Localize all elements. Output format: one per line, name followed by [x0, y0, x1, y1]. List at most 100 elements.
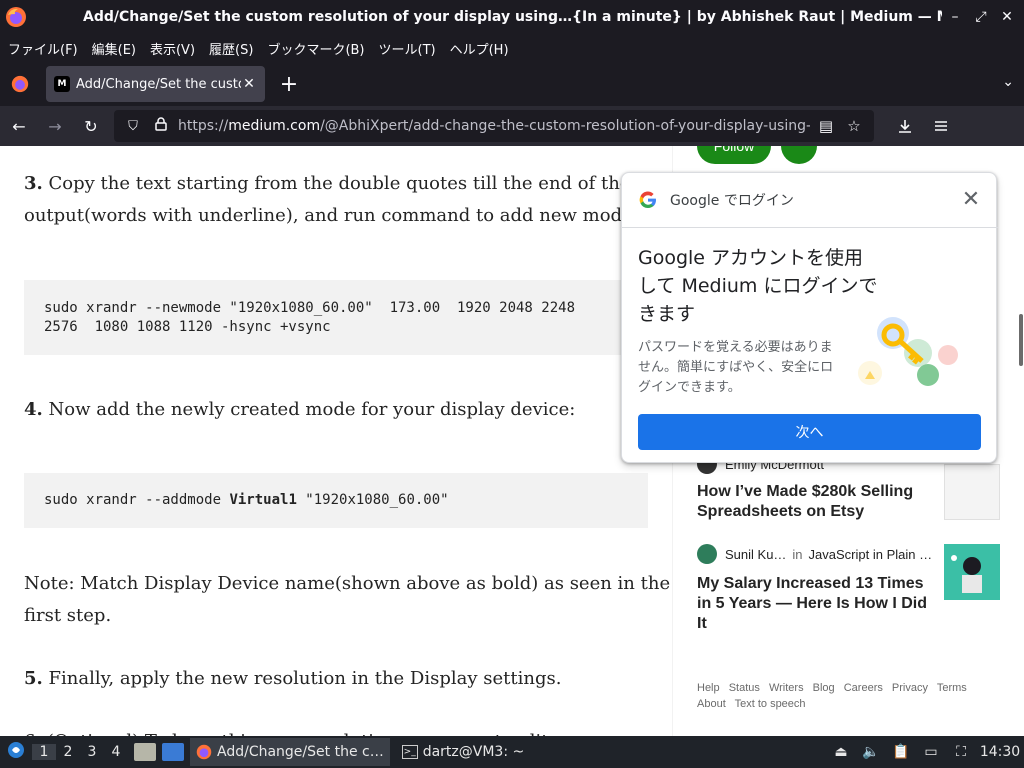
- display-icon[interactable]: ▭: [916, 744, 946, 760]
- menu-view[interactable]: 表示(V): [150, 39, 195, 58]
- menu-tools[interactable]: ツール(T): [379, 39, 436, 58]
- footer-link-terms[interactable]: Terms: [937, 682, 967, 694]
- task-terminal-label: dartz@VM3: ~: [422, 744, 525, 760]
- rec1-thumbnail[interactable]: [944, 464, 1000, 520]
- firefox-view-button[interactable]: [0, 62, 40, 106]
- list-all-tabs-button[interactable]: ⌄: [1002, 74, 1014, 90]
- minimize-button[interactable]: –: [942, 4, 968, 30]
- menu-bookmarks[interactable]: ブックマーク(B): [267, 39, 364, 58]
- system-tray: ⏏ 🔈 📋 ▭ ⛶ 14:30: [826, 736, 1024, 768]
- avatar: [697, 544, 717, 564]
- maximize-button[interactable]: ⤢: [968, 4, 994, 30]
- window-titlebar: Add/Change/Set the custom resolution of …: [0, 0, 1024, 34]
- step4-paragraph: 4. Now add the newly created mode for yo…: [24, 399, 576, 420]
- firefox-view-icon: [11, 75, 29, 93]
- step3-paragraph: 3. Copy the text starting from the doubl…: [24, 173, 666, 194]
- footer-link-help[interactable]: Help: [697, 682, 720, 694]
- downloads-button[interactable]: [888, 109, 922, 143]
- url-text[interactable]: https://medium.com/@AbhiXpert/add-change…: [178, 118, 810, 134]
- reader-view-icon[interactable]: ▤: [814, 117, 838, 135]
- forward-button[interactable]: →: [38, 109, 72, 143]
- new-tab-button[interactable]: +: [275, 70, 303, 98]
- footer-link-writers[interactable]: Writers: [769, 682, 804, 694]
- url-bar[interactable]: ⛉ https://medium.com/@AbhiXpert/add-chan…: [114, 110, 874, 142]
- menu-help[interactable]: ヘルプ(H): [450, 39, 509, 58]
- workspace-4[interactable]: 4: [104, 744, 128, 760]
- window-title: Add/Change/Set the custom resolution of …: [83, 9, 942, 25]
- clock: 14:30: [979, 744, 1021, 760]
- code-block-newmode: sudo xrandr --newmode "1920x1080_60.00" …: [24, 280, 648, 355]
- menu-bar: ファイル(F) 編集(E) 表示(V) 履歴(S) ブックマーク(B) ツール(…: [0, 34, 1024, 62]
- popup-close-icon[interactable]: ✕: [960, 189, 982, 211]
- lock-icon[interactable]: [150, 117, 172, 135]
- footer-link-blog[interactable]: Blog: [813, 682, 835, 694]
- start-menu-icon: [8, 742, 24, 758]
- clipboard-icon[interactable]: 📋: [886, 744, 916, 760]
- code-line: sudo xrandr --newmode "1920x1080_60.00" …: [44, 299, 576, 316]
- workspace-2[interactable]: 2: [56, 744, 80, 760]
- footer-link-privacy[interactable]: Privacy: [892, 682, 928, 694]
- tab-active[interactable]: M Add/Change/Set the custom ✕: [46, 66, 265, 102]
- back-button[interactable]: ←: [2, 109, 36, 143]
- menu-edit[interactable]: 編集(E): [92, 39, 136, 58]
- show-desktop-icon[interactable]: [162, 743, 184, 761]
- upload-icon[interactable]: ⏏: [826, 744, 856, 760]
- salary-illustration-icon: [951, 555, 982, 593]
- tab-strip: M Add/Change/Set the custom ✕ + ⌄: [0, 62, 1024, 106]
- medium-favicon-icon: M: [54, 76, 70, 92]
- popup-next-button[interactable]: 次へ: [638, 414, 981, 450]
- reload-button[interactable]: ↻: [74, 109, 108, 143]
- google-signin-popup: Google でログイン ✕ Google アカウントを使用して Medium …: [621, 172, 998, 463]
- footer-link-status[interactable]: Status: [729, 682, 760, 694]
- scrollbar-thumb[interactable]: [1019, 314, 1023, 366]
- subscribe-button[interactable]: [781, 146, 817, 164]
- menu-file[interactable]: ファイル(F): [8, 39, 78, 58]
- workspace-3[interactable]: 3: [80, 744, 104, 760]
- key-illustration-icon: [858, 317, 958, 386]
- google-g-icon: [639, 191, 656, 209]
- workspace-1[interactable]: 1: [32, 744, 56, 760]
- code-block-addmode: sudo xrandr --addmode Virtual1 "1920x108…: [24, 473, 648, 528]
- popup-body-text: パスワードを覚える必要はありません。簡単にすばやく、安全にログインできます。: [638, 340, 834, 395]
- step3-paragraph-line2: output(words with underline), and run co…: [24, 205, 639, 226]
- task-firefox-label: Add/Change/Set the c…: [217, 744, 384, 760]
- start-menu-button[interactable]: [0, 741, 32, 763]
- follow-button[interactable]: Follow: [697, 146, 771, 164]
- taskbar: 1 2 3 4 Add/Change/Set the c… >_ dartz@V…: [0, 736, 1024, 768]
- bookmark-star-icon[interactable]: ☆: [842, 117, 866, 135]
- download-icon: [899, 120, 911, 133]
- network-icon[interactable]: ⛶: [946, 744, 976, 760]
- menu-history[interactable]: 履歴(S): [209, 39, 253, 58]
- volume-icon[interactable]: 🔈: [856, 744, 886, 760]
- tab-close-icon[interactable]: ✕: [241, 76, 257, 92]
- task-terminal[interactable]: >_ dartz@VM3: ~: [396, 738, 531, 766]
- footer-link-about[interactable]: About: [697, 698, 726, 710]
- navigation-bar: ← → ↻ ⛉ https://medium.com/@AbhiXpert/ad…: [0, 106, 1024, 146]
- rec2-in-label: in: [792, 546, 803, 562]
- rec1-title[interactable]: How I’ve Made $280k Selling Spreadsheets…: [697, 482, 927, 522]
- app-menu-button[interactable]: [924, 109, 958, 143]
- hamburger-menu-icon: [935, 121, 947, 131]
- shield-icon[interactable]: ⛉: [122, 119, 144, 134]
- file-manager-icon[interactable]: [134, 743, 156, 761]
- footer-link-careers[interactable]: Careers: [844, 682, 883, 694]
- task-firefox[interactable]: Add/Change/Set the c…: [190, 738, 390, 766]
- rec2-author-line[interactable]: Sunil Ku… in JavaScript in Plain …: [697, 544, 932, 564]
- note-paragraph-line2: first step.: [24, 605, 112, 626]
- code-line: 2576 1080 1088 1120 -hsync +vsync: [44, 318, 331, 335]
- rec2-author[interactable]: Sunil Ku…: [725, 547, 786, 562]
- rec2-thumbnail[interactable]: [944, 544, 1000, 600]
- firefox-logo-icon: [6, 7, 26, 27]
- rec2-title[interactable]: My Salary Increased 13 Times in 5 Years …: [697, 574, 927, 634]
- step5-paragraph: 5. Finally, apply the new resolution in …: [24, 668, 562, 689]
- rec2-publication[interactable]: JavaScript in Plain …: [809, 547, 933, 562]
- popup-headline: Google アカウントを使用して Medium にログインできます: [638, 247, 878, 325]
- popup-header-title: Google でログイン: [670, 193, 794, 209]
- close-window-button[interactable]: ✕: [994, 4, 1020, 30]
- terminal-icon: >_: [401, 745, 418, 759]
- footer-links: Help Status Writers Blog Careers Privacy…: [697, 680, 997, 712]
- firefox-task-icon: [196, 744, 212, 760]
- note-paragraph: Note: Match Display Device name(shown ab…: [24, 573, 671, 594]
- footer-link-text-to-speech[interactable]: Text to speech: [735, 698, 806, 710]
- popup-header: Google でログイン: [622, 173, 998, 228]
